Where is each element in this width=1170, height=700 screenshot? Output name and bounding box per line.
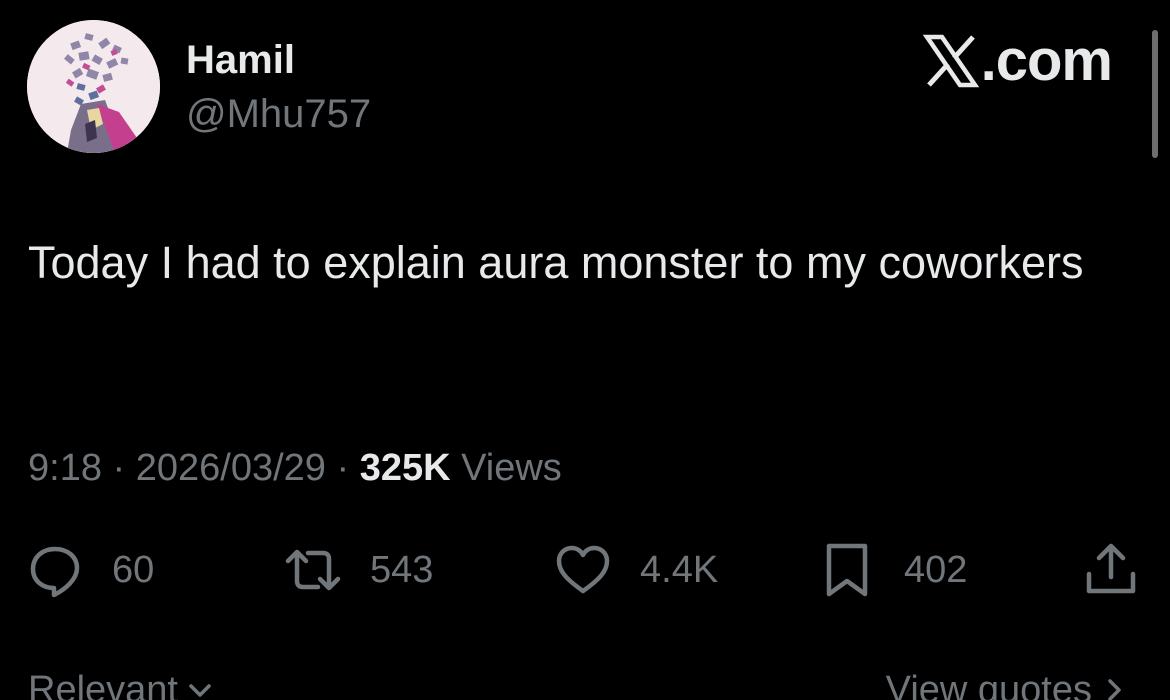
brand-domain-label: .com <box>980 28 1113 93</box>
post-date[interactable]: 2026/03/29 <box>136 447 326 489</box>
bookmark-count: 402 <box>904 548 968 591</box>
repost-icon <box>285 549 341 591</box>
views-count: 325K <box>359 447 451 489</box>
share-icon <box>1086 543 1136 594</box>
author-display-name[interactable]: Hamil <box>186 38 295 82</box>
sort-label: Relevant <box>28 669 178 700</box>
avatar-illustration <box>27 20 160 153</box>
meta-separator: · <box>325 447 360 489</box>
post-action-bar: 60 543 4.4K 402 <box>0 540 1170 600</box>
reply-button[interactable]: 60 <box>26 540 154 600</box>
view-quotes-link[interactable]: View quotes <box>886 668 1128 700</box>
bookmark-button[interactable]: 402 <box>818 540 967 600</box>
post-detail-page: Hamil @Mhu757 .com Today I had to explai… <box>0 0 1170 700</box>
post-time[interactable]: 9:18 <box>28 447 102 489</box>
meta-separator: · <box>101 447 136 489</box>
avatar[interactable] <box>27 20 160 153</box>
repost-button[interactable]: 543 <box>284 540 433 600</box>
reply-count: 60 <box>112 548 155 591</box>
x-brand-mark: .com <box>922 28 1113 93</box>
sort-replies-dropdown[interactable]: Relevant <box>28 668 214 700</box>
chevron-down-icon <box>189 684 211 697</box>
bookmark-icon <box>826 543 868 597</box>
repost-count: 543 <box>370 548 434 591</box>
like-count: 4.4K <box>640 548 719 591</box>
author-handle[interactable]: @Mhu757 <box>186 92 371 136</box>
heart-icon <box>556 545 610 594</box>
post-meta: 9:18 · 2026/03/29 · 325K Views <box>28 446 562 490</box>
scrollbar[interactable] <box>1152 30 1158 158</box>
views-label: Views <box>450 447 562 489</box>
like-button[interactable]: 4.4K <box>554 540 718 600</box>
view-quotes-label: View quotes <box>885 669 1092 700</box>
reply-icon <box>30 546 80 598</box>
chevron-right-icon <box>1108 679 1121 700</box>
post-text: Today I had to explain aura monster to m… <box>28 237 1084 288</box>
share-button[interactable] <box>1082 540 1140 600</box>
x-logo-icon <box>922 34 979 88</box>
